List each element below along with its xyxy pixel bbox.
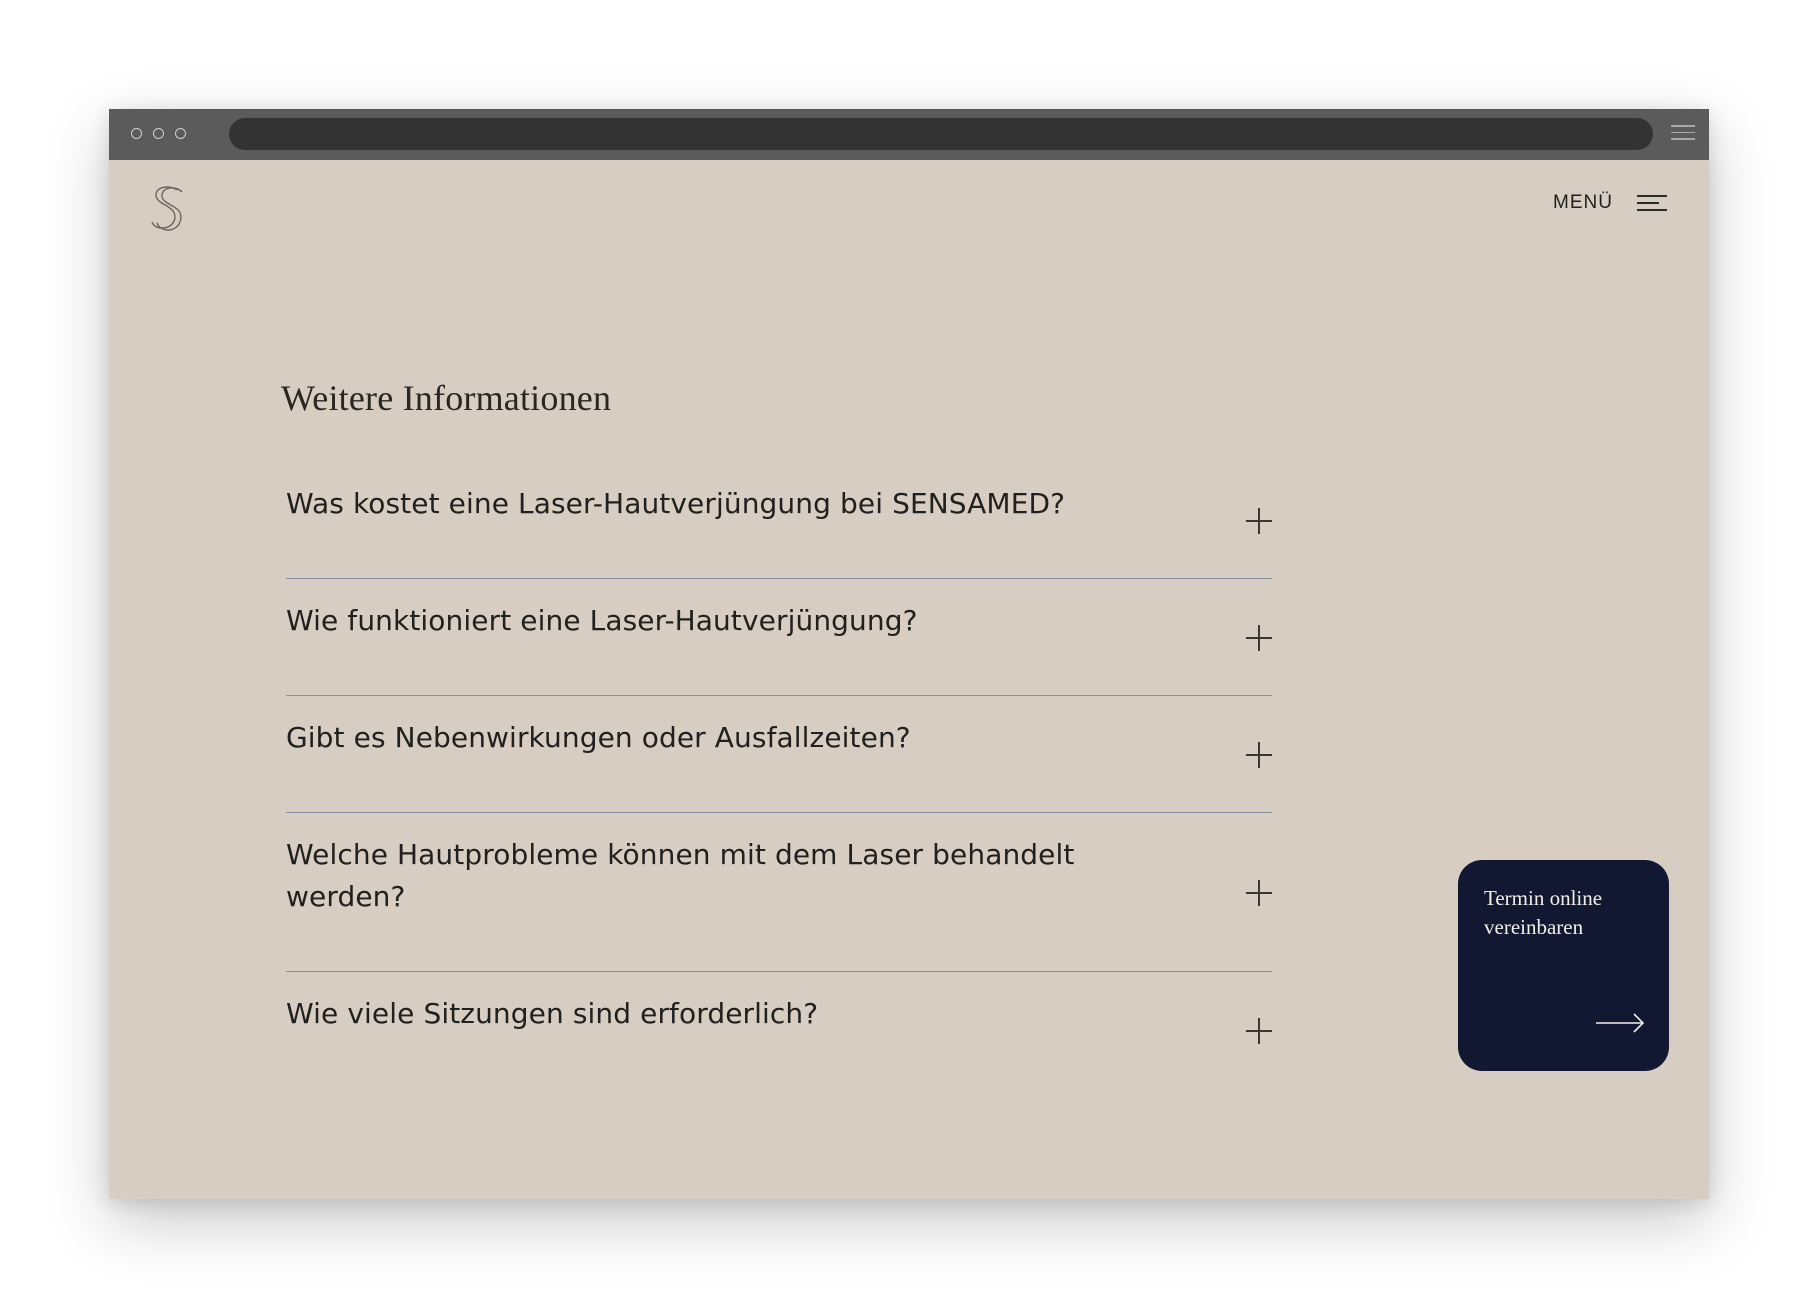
faq-question: Welche Hautprobleme können mit dem Laser… bbox=[286, 838, 1075, 913]
window-dot-icon[interactable] bbox=[153, 128, 164, 139]
faq-question: Wie funktioniert eine Laser-Hautverjüngu… bbox=[286, 604, 918, 637]
sensamed-logo-icon[interactable] bbox=[147, 183, 187, 233]
faq-question: Wie viele Sitzungen sind erforderlich? bbox=[286, 997, 819, 1030]
plus-icon[interactable] bbox=[1246, 508, 1272, 534]
faq-item-side-effects[interactable]: Gibt es Nebenwirkungen oder Ausfallzeite… bbox=[286, 696, 1272, 813]
browser-menu-icon[interactable] bbox=[1671, 125, 1695, 143]
plus-icon[interactable] bbox=[1246, 625, 1272, 651]
faq-accordion: Was kostet eine Laser-Hautverjüngung bei… bbox=[286, 462, 1272, 1089]
faq-item-how[interactable]: Wie funktioniert eine Laser-Hautverjüngu… bbox=[286, 579, 1272, 696]
faq-item-cost[interactable]: Was kostet eine Laser-Hautverjüngung bei… bbox=[286, 462, 1272, 579]
browser-window: MENÜ Weitere Informationen Was kostet ei… bbox=[109, 109, 1709, 1199]
plus-icon[interactable] bbox=[1246, 880, 1272, 906]
plus-icon[interactable] bbox=[1246, 1018, 1272, 1044]
window-dot-icon[interactable] bbox=[175, 128, 186, 139]
cta-label: Termin online vereinbaren bbox=[1484, 886, 1603, 939]
browser-chrome bbox=[109, 109, 1709, 160]
arrow-right-icon bbox=[1596, 1013, 1645, 1033]
plus-icon[interactable] bbox=[1246, 742, 1272, 768]
menu-label: MENÜ bbox=[1553, 192, 1613, 213]
faq-item-skin-problems[interactable]: Welche Hautprobleme können mit dem Laser… bbox=[286, 813, 1272, 972]
faq-question: Was kostet eine Laser-Hautverjüngung bei… bbox=[286, 487, 1066, 520]
faq-item-sessions[interactable]: Wie viele Sitzungen sind erforderlich? bbox=[286, 972, 1272, 1089]
faq-question: Gibt es Nebenwirkungen oder Ausfallzeite… bbox=[286, 721, 911, 754]
address-bar[interactable] bbox=[229, 118, 1653, 150]
book-appointment-button[interactable]: Termin online vereinbaren bbox=[1458, 860, 1669, 1071]
section-title: Weitere Informationen bbox=[281, 378, 612, 418]
stage: MENÜ Weitere Informationen Was kostet ei… bbox=[0, 0, 1818, 1308]
main-menu-toggle[interactable]: MENÜ bbox=[1553, 192, 1667, 214]
hamburger-icon bbox=[1637, 194, 1667, 212]
window-dot-icon[interactable] bbox=[131, 128, 142, 139]
